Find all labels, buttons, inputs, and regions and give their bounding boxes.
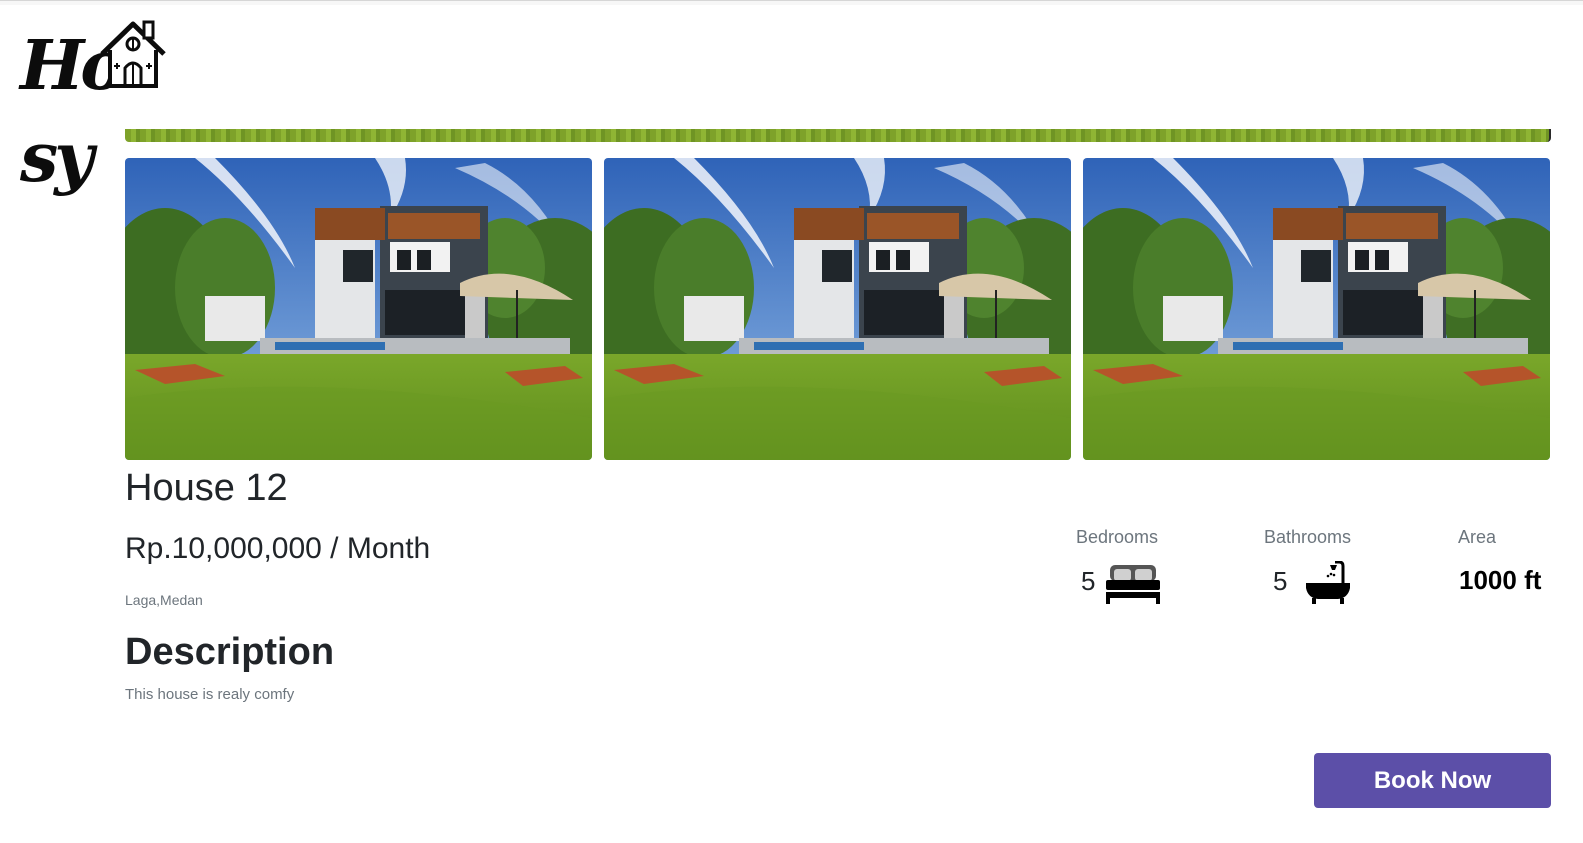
house-photo-illustration <box>1083 158 1550 460</box>
description-text: This house is realy comfy <box>125 686 295 703</box>
listing-title: House 12 <box>125 467 288 509</box>
bathrooms-label: Bathrooms <box>1264 527 1352 547</box>
bedrooms-label: Bedrooms <box>1076 527 1159 547</box>
bathrooms-value: 5 <box>1273 566 1288 596</box>
bed-icon <box>1106 565 1160 604</box>
area-label: Area <box>1458 527 1497 547</box>
house-photo-3[interactable] <box>1083 158 1550 460</box>
photo-gallery <box>125 158 1551 460</box>
house-photo-illustration <box>125 158 592 460</box>
book-now-button[interactable]: Book Now <box>1314 753 1551 808</box>
area-value: 1000 ft <box>1459 565 1542 595</box>
house-photo-2[interactable] <box>604 158 1071 460</box>
listing-location: Laga,Medan <box>125 592 203 608</box>
banner-image-edge <box>125 129 1551 142</box>
bathtub-icon <box>1306 561 1350 604</box>
bedrooms-value: 5 <box>1081 566 1096 596</box>
housy-logo[interactable]: Ho sy <box>18 16 220 198</box>
house-logo-icon <box>100 20 166 88</box>
house-photo-illustration <box>604 158 1071 460</box>
description-heading: Description <box>125 631 335 673</box>
house-photo-1[interactable] <box>125 158 592 460</box>
top-border <box>0 0 1583 5</box>
listing-price: Rp.10,000,000 / Month <box>125 532 431 565</box>
